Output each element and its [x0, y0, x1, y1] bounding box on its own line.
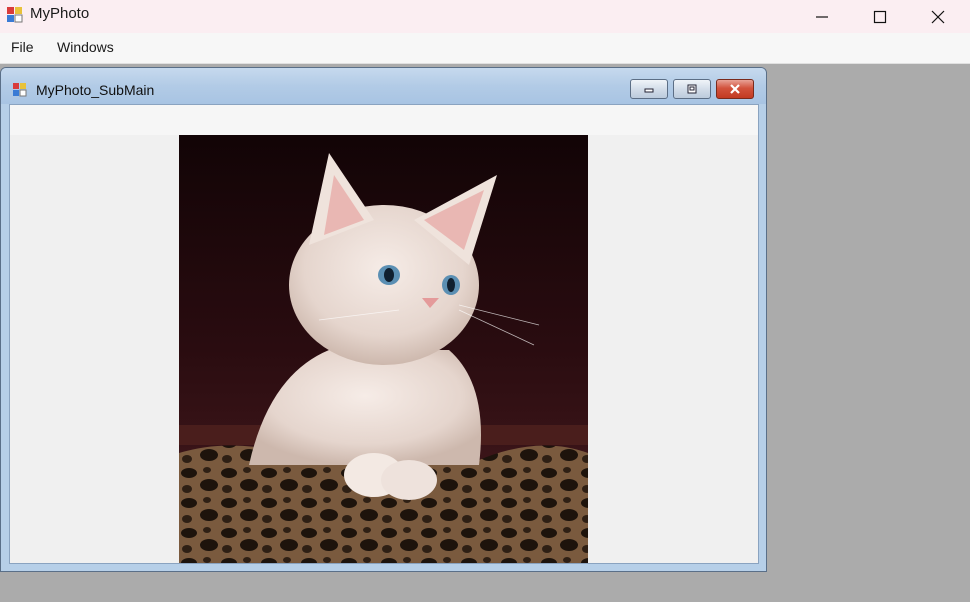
- maximize-button[interactable]: [851, 0, 909, 33]
- child-window: MyPhoto_SubMain: [0, 67, 767, 572]
- child-window-title: MyPhoto_SubMain: [36, 82, 155, 98]
- child-title-bar[interactable]: MyPhoto_SubMain: [1, 68, 766, 104]
- close-icon: [931, 10, 945, 23]
- menu-file[interactable]: File: [11, 39, 34, 55]
- menu-windows[interactable]: Windows: [57, 39, 114, 55]
- child-restore-button[interactable]: [673, 79, 711, 99]
- child-client-area: [9, 104, 759, 564]
- close-icon: [730, 84, 740, 94]
- restore-icon: [687, 84, 697, 94]
- main-title-bar: MyPhoto: [0, 0, 970, 33]
- maximize-icon: [873, 10, 887, 23]
- minimize-button[interactable]: [793, 0, 851, 33]
- child-minimize-button[interactable]: [630, 79, 668, 99]
- kitten-photo: [179, 135, 588, 563]
- close-button[interactable]: [909, 0, 967, 33]
- window-title: MyPhoto: [30, 5, 90, 22]
- app-icon: [12, 82, 28, 98]
- minimize-icon: [816, 15, 828, 18]
- menu-bar: File Windows: [0, 33, 970, 64]
- app-icon: [6, 6, 23, 23]
- client-top-strip: [10, 105, 758, 135]
- minimize-icon: [644, 88, 654, 93]
- child-close-button[interactable]: [716, 79, 754, 99]
